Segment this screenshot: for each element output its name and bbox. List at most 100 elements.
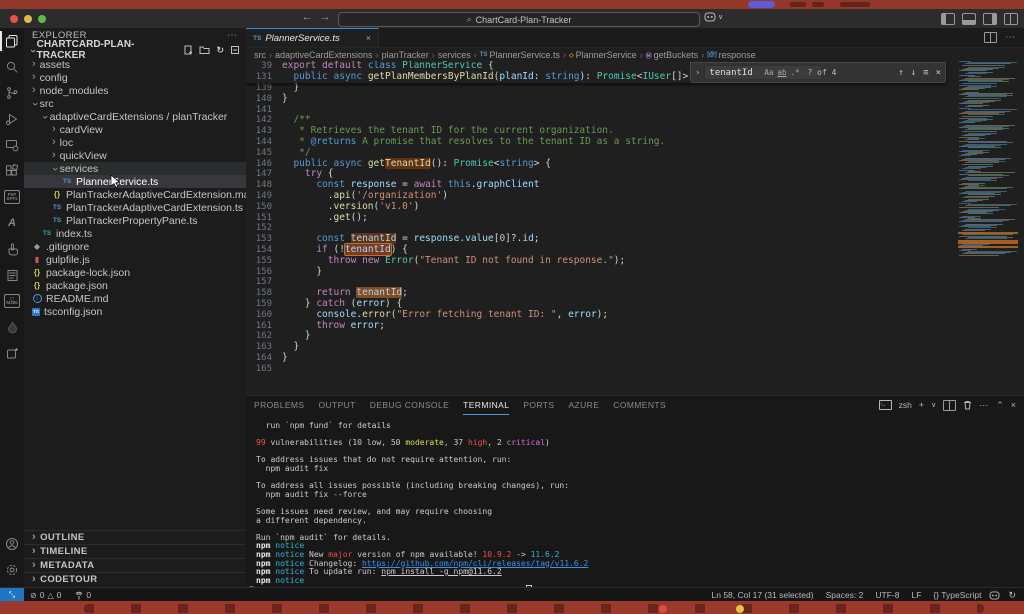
sync-icon[interactable]: ↻ [1008, 590, 1016, 601]
panel-tab-comments[interactable]: COMMENTS [613, 396, 666, 415]
new-terminal-icon[interactable]: + [919, 400, 924, 410]
tree-item-loc[interactable]: ›loc [24, 136, 246, 149]
sidebar-item-pnp-spfx[interactable]: PnPSPFx [0, 184, 24, 210]
status-item-ln-58-col-17-31-sele[interactable]: Ln 58, Col 17 (31 selected) [712, 590, 814, 600]
project-root-row[interactable]: › CHARTCARD-PLAN-TRACKER ↻ [24, 43, 246, 57]
breadcrumb-item-src[interactable]: src [254, 50, 266, 60]
accounts-button[interactable] [0, 531, 24, 557]
tree-item--gitignore[interactable]: ◆.gitignore [24, 240, 246, 253]
sidebar-item-explorer[interactable] [0, 28, 24, 54]
status-item--typescript[interactable]: {} TypeScript [933, 590, 981, 600]
sidebar-item-teams-toolkit[interactable] [0, 236, 24, 262]
sidebar-item-azure[interactable]: A [0, 210, 24, 236]
breadcrumb-item-response[interactable]: [@]response [707, 50, 755, 60]
tree-item-adaptivecardextensions-plantracker[interactable]: ›adaptiveCardExtensions / planTracker [24, 110, 246, 123]
tree-item-tsconfig-json[interactable]: TStsconfig.json [24, 305, 246, 318]
collapse-all-icon[interactable] [230, 45, 240, 55]
tree-item-node-modules[interactable]: ›node_modules [24, 84, 246, 97]
tab-plannerservice[interactable]: TS PlannerService.ts × [246, 28, 379, 47]
tree-item-plantrackeradaptivecardextension-manifest-json[interactable]: {}PlanTrackerAdaptiveCardExtension.manif… [24, 188, 246, 201]
status-item-spaces-2[interactable]: Spaces: 2 [826, 590, 864, 600]
breadcrumb-item-plantracker[interactable]: planTracker [382, 50, 429, 60]
panel-tab-output[interactable]: OUTPUT [318, 396, 355, 415]
status-item-lf[interactable]: LF [911, 590, 921, 600]
find-input[interactable]: tenantId [704, 65, 822, 80]
split-terminal-icon[interactable] [943, 400, 956, 411]
errors-icon[interactable]: ⊘ [30, 591, 37, 600]
tree-item-cardview[interactable]: ›cardView [24, 123, 246, 136]
panel-tab-ports[interactable]: PORTS [523, 396, 554, 415]
sidebar-item-search[interactable] [0, 54, 24, 80]
tree-item-plantrackerpropertypane-ts[interactable]: TSPlanTrackerPropertyPane.ts [24, 214, 246, 227]
minimize-window-button[interactable] [24, 15, 32, 23]
toggle-panel-icon[interactable] [962, 13, 976, 25]
section-codetour[interactable]: ›CODETOUR [24, 572, 246, 586]
panel-tab-azure[interactable]: AZURE [568, 396, 599, 415]
minimap[interactable] [956, 61, 1022, 396]
whole-word-icon[interactable]: ab [777, 68, 786, 77]
tree-item-src[interactable]: ›src [24, 97, 246, 110]
section-metadata[interactable]: ›METADATA [24, 558, 246, 572]
command-center[interactable]: ⌕ ChartCard-Plan-Tracker [338, 12, 700, 27]
sidebar-item-run-debug[interactable] [0, 106, 24, 132]
section-timeline[interactable]: ›TIMELINE [24, 544, 246, 558]
tree-item-gulpfile-js[interactable]: ▮gulpfile.js [24, 253, 246, 266]
chevron-down-icon[interactable]: ∨ [931, 401, 936, 409]
status-item-utf-8[interactable]: UTF-8 [875, 590, 899, 600]
previous-match-icon[interactable]: ↑ [898, 68, 903, 78]
tree-item-readme-md[interactable]: iREADME.md [24, 292, 246, 305]
sidebar-item-extensions[interactable] [0, 158, 24, 184]
panel-tab-debug-console[interactable]: DEBUG CONSOLE [370, 396, 449, 415]
ports-count[interactable]: 0 [86, 590, 91, 600]
warnings-icon[interactable]: △ [47, 591, 53, 600]
find-in-selection-icon[interactable]: ≡ [923, 68, 928, 78]
shell-label[interactable]: zsh [899, 400, 912, 410]
copilot-status-icon[interactable] [989, 591, 1000, 600]
breadcrumb-item-plannerservice[interactable]: ◇PlannerService [569, 50, 637, 60]
panel-tab-terminal[interactable]: TERMINAL [463, 396, 509, 415]
more-actions-icon[interactable]: ⋯ [979, 400, 989, 411]
section-outline[interactable]: ›OUTLINE [24, 530, 246, 544]
more-actions-icon[interactable]: ⋯ [227, 30, 238, 41]
customize-layout-icon[interactable] [1004, 13, 1018, 25]
breadcrumb-item-services[interactable]: services [438, 50, 471, 60]
copilot-menu[interactable]: ∨ [704, 12, 723, 22]
toggle-sidebar-icon[interactable] [941, 13, 955, 25]
refresh-icon[interactable]: ↻ [216, 45, 224, 56]
tree-item-config[interactable]: ›config [24, 71, 246, 84]
sidebar-item-notebook[interactable] [0, 262, 24, 288]
breadcrumb-item-adaptivecardextensions[interactable]: adaptiveCardExtensions [275, 50, 373, 60]
more-actions-icon[interactable]: ⋯ [1005, 32, 1016, 43]
toggle-replace-icon[interactable]: › [695, 68, 700, 78]
settings-button[interactable] [0, 557, 24, 583]
next-match-icon[interactable]: ↓ [911, 68, 916, 78]
tree-item-plantrackeradaptivecardextension-ts[interactable]: TSPlanTrackerAdaptiveCardExtension.ts [24, 201, 246, 214]
terminal-output[interactable]: run `npm fund` for details99 vulnerabili… [256, 422, 1016, 594]
match-case-icon[interactable]: Aa [764, 68, 773, 77]
close-tab-icon[interactable]: × [366, 33, 371, 43]
close-icon[interactable]: × [936, 68, 941, 78]
toggle-secondary-sidebar-icon[interactable] [983, 13, 997, 25]
sidebar-item-dev-container[interactable] [0, 340, 24, 366]
new-folder-icon[interactable] [199, 45, 210, 55]
close-window-button[interactable] [10, 15, 18, 23]
sidebar-item-remote-explorer[interactable] [0, 132, 24, 158]
trash-icon[interactable] [963, 400, 972, 410]
sidebar-item-m365[interactable]: ◻M365 [0, 288, 24, 314]
sidebar-item-source-control[interactable] [0, 80, 24, 106]
tree-item-quickview[interactable]: ›quickView [24, 149, 246, 162]
zoom-window-button[interactable] [38, 15, 46, 23]
new-file-icon[interactable] [183, 45, 193, 55]
tree-item-plannerservice-ts[interactable]: TSPlannerService.ts [24, 175, 246, 188]
split-editor-icon[interactable] [984, 32, 997, 43]
errors-count[interactable]: 0 [40, 590, 45, 600]
regex-icon[interactable]: .* [790, 68, 799, 77]
tree-item-package-json[interactable]: {}package.json [24, 279, 246, 292]
maximize-panel-icon[interactable]: ⌃ [996, 400, 1004, 411]
code-editor[interactable]: 139 }140}141142 /**143 * Retrieves the t… [246, 61, 1024, 396]
tree-item-index-ts[interactable]: TSindex.ts [24, 227, 246, 240]
close-panel-icon[interactable]: × [1011, 400, 1016, 410]
remote-indicator[interactable]: ⤡ [0, 588, 24, 602]
tree-item-services[interactable]: ›services [24, 162, 246, 175]
ports-icon[interactable] [75, 591, 83, 600]
